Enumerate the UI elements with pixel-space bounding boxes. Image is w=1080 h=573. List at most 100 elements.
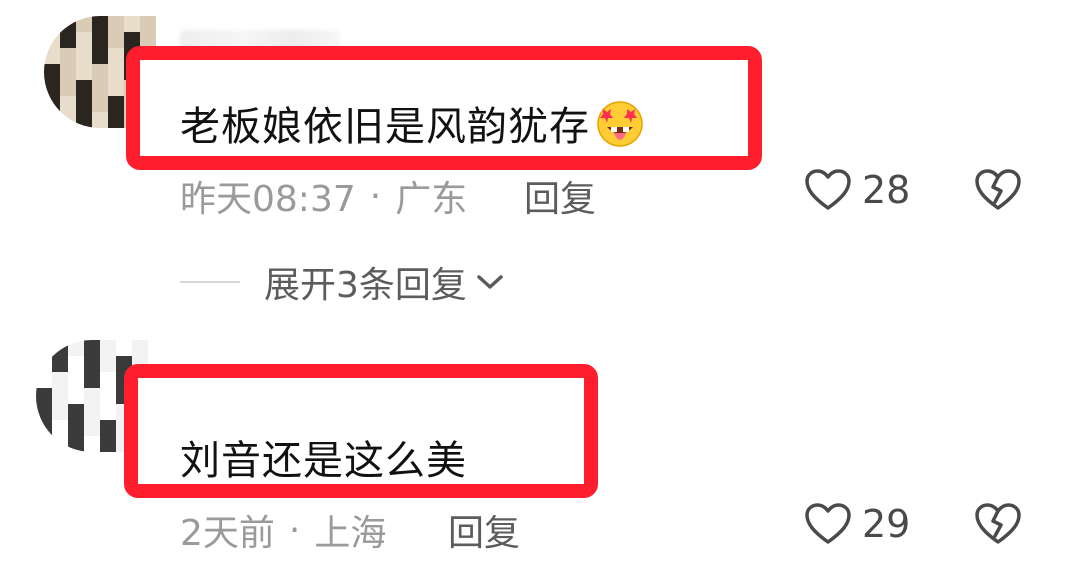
avatar-pixel — [108, 96, 124, 112]
avatar-pixel — [108, 80, 124, 96]
avatar-pixel — [92, 112, 108, 128]
avatar-pixel — [68, 404, 84, 420]
avatar-pixel — [60, 48, 76, 64]
avatar-pixel — [76, 112, 92, 128]
avatar-pixel — [60, 16, 76, 32]
comment-time: 昨天08:37 — [180, 179, 356, 220]
chevron-down-icon — [477, 275, 503, 289]
broken-heart-icon — [975, 503, 1021, 544]
comment-location: 上海 — [314, 513, 387, 554]
comment-body: 刘音还是这么美 — [180, 438, 467, 484]
comment-list: 老板娘依旧是风韵犹存 昨天08:37 · 广东 回复 28 展开3条回复 刘音还… — [0, 0, 1080, 573]
star-struck-tongue-emoji — [597, 101, 643, 147]
avatar-pixel — [44, 32, 60, 48]
avatar-pixel — [36, 388, 52, 404]
avatar-pixel — [108, 64, 124, 80]
broken-heart-icon — [975, 169, 1021, 210]
expand-replies-button[interactable]: 展开3条回复 — [180, 256, 505, 308]
comment-time: 2天前 — [180, 513, 275, 554]
comment-text: 刘音还是这么美 — [180, 428, 467, 486]
comment-body: 老板娘依旧是风韵犹存 — [180, 104, 590, 150]
avatar-pixel — [100, 340, 116, 356]
avatar-pixel — [76, 80, 92, 96]
avatar-pixel — [108, 112, 124, 128]
avatar-pixel — [36, 420, 52, 436]
avatar-pixel — [36, 356, 52, 372]
avatar-pixel — [44, 48, 60, 64]
like-button[interactable]: 29 — [804, 502, 910, 546]
avatar-pixel — [60, 32, 76, 48]
avatar-pixel — [52, 404, 68, 420]
avatar-pixel — [84, 356, 100, 372]
avatar-pixel — [108, 16, 124, 32]
avatar-pixel — [36, 372, 52, 388]
avatar-pixel — [76, 96, 92, 112]
avatar-pixel — [84, 404, 100, 420]
avatar-pixel — [92, 80, 108, 96]
avatar-pixel — [100, 420, 116, 436]
like-button[interactable]: 28 — [804, 168, 910, 212]
avatar-pixel — [92, 32, 108, 48]
avatar-pixel — [84, 372, 100, 388]
avatar-pixel — [108, 32, 124, 48]
avatar-pixel — [44, 64, 60, 80]
like-count: 28 — [862, 168, 911, 212]
avatar-pixel — [100, 436, 116, 452]
avatar-pixel — [36, 436, 52, 452]
avatar-pixel — [52, 420, 68, 436]
dislike-button[interactable] — [974, 502, 1022, 550]
avatar-pixel — [100, 372, 116, 388]
avatar-pixel — [44, 112, 60, 128]
avatar-pixel — [52, 388, 68, 404]
avatar-pixel — [60, 80, 76, 96]
reply-button[interactable]: 回复 — [524, 170, 596, 222]
comment-location: 广东 — [395, 179, 468, 220]
avatar-pixel — [84, 340, 100, 356]
meta-separator: · — [288, 509, 301, 551]
avatar-pixel — [60, 96, 76, 112]
avatar-pixel — [68, 340, 84, 356]
avatar-pixel — [60, 64, 76, 80]
meta-separator: · — [369, 175, 382, 217]
avatar-pixel — [92, 48, 108, 64]
avatar-pixel — [44, 16, 60, 32]
avatar-pixel — [36, 340, 52, 356]
avatar-pixel — [116, 340, 132, 356]
avatar-pixel — [124, 16, 140, 32]
heart-outline-icon — [805, 503, 851, 544]
avatar-pixel — [68, 436, 84, 452]
avatar-pixel — [100, 388, 116, 404]
avatar-pixel — [76, 16, 92, 32]
comment-meta: 昨天08:37 · 广东 — [180, 170, 467, 222]
avatar-pixel — [52, 372, 68, 388]
avatar-pixel — [44, 96, 60, 112]
avatar-pixel — [60, 112, 76, 128]
avatar-pixel — [140, 16, 156, 32]
avatar-pixel — [84, 420, 100, 436]
avatar-pixel — [68, 388, 84, 404]
heart-outline-icon — [805, 169, 851, 210]
comment-text: 老板娘依旧是风韵犹存 — [180, 94, 646, 152]
avatar-pixel — [68, 356, 84, 372]
avatar-pixel — [100, 404, 116, 420]
avatar-pixel — [68, 372, 84, 388]
avatar-pixel — [76, 64, 92, 80]
avatar-pixel — [92, 96, 108, 112]
avatar-pixel — [92, 64, 108, 80]
like-count: 29 — [862, 502, 911, 546]
avatar-pixel — [76, 32, 92, 48]
avatar-pixel — [100, 356, 116, 372]
avatar-pixel — [52, 436, 68, 452]
avatar-pixel — [52, 340, 68, 356]
avatar-pixel — [92, 16, 108, 32]
avatar-pixel — [36, 404, 52, 420]
avatar-pixel — [84, 436, 100, 452]
comment-meta: 2天前 · 上海 — [180, 504, 386, 556]
avatar-pixel — [108, 48, 124, 64]
avatar-pixel — [44, 80, 60, 96]
reply-button[interactable]: 回复 — [448, 504, 520, 556]
dislike-button[interactable] — [974, 168, 1022, 216]
avatar-pixel — [76, 48, 92, 64]
avatar-pixel — [68, 420, 84, 436]
avatar-pixel — [132, 340, 148, 356]
